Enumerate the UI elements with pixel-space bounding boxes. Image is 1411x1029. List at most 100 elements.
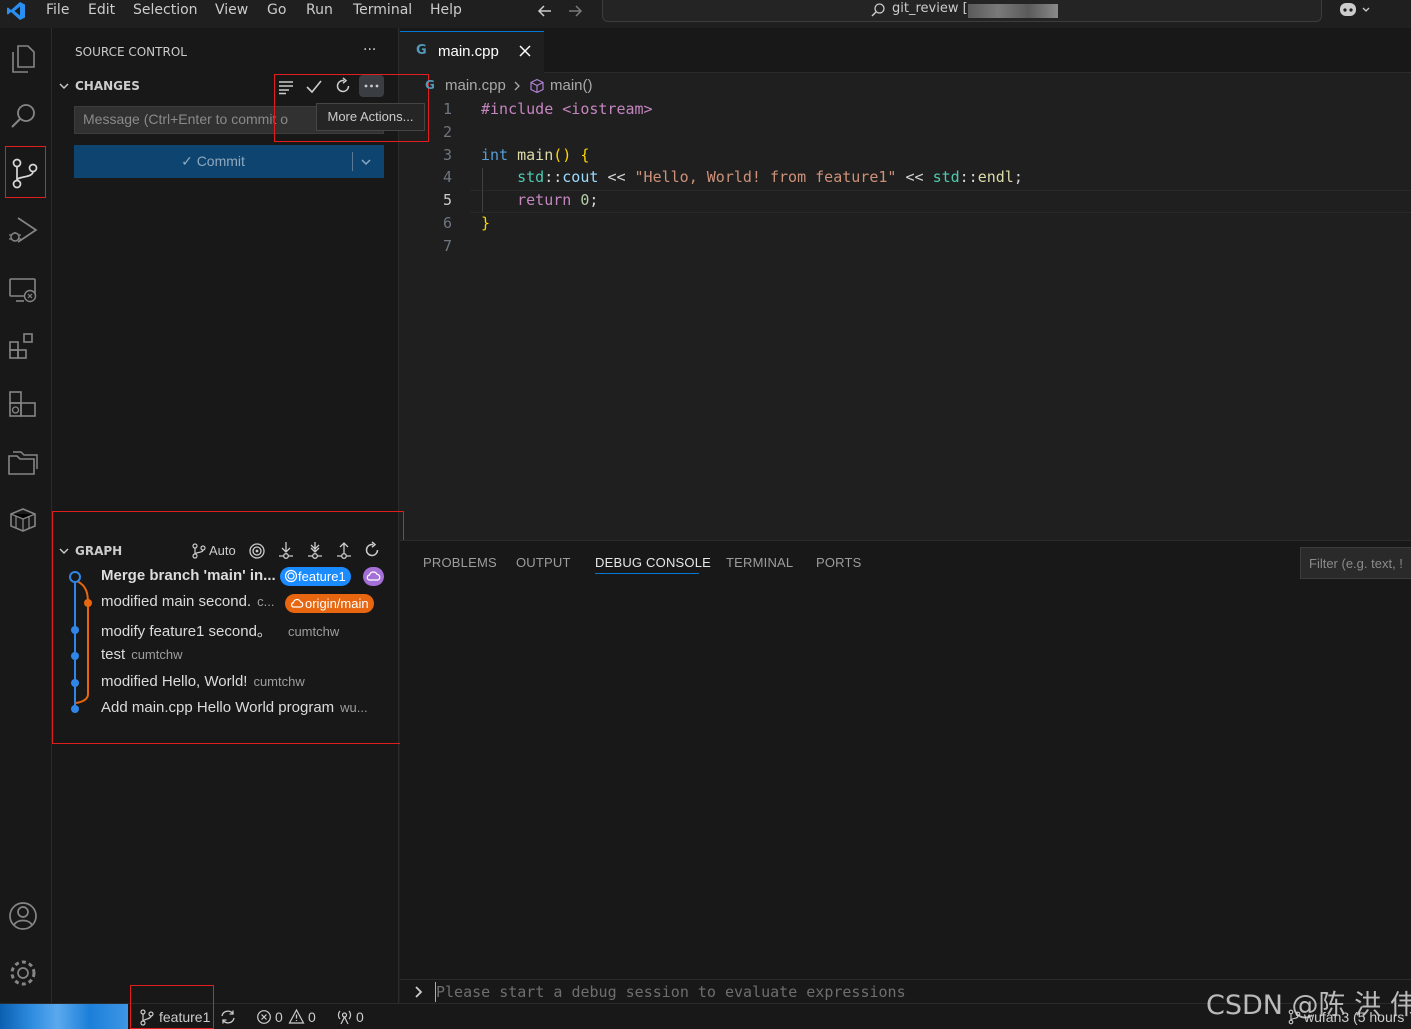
search-icon [870,2,886,18]
line-number: 1 [442,100,452,118]
commit-message: Add main.cpp Hello World program wu... [101,699,368,716]
close-icon[interactable] [518,44,532,58]
menu-view[interactable]: View [215,0,248,22]
breadcrumb-file[interactable]: main.cpp [445,77,506,94]
code-line-1[interactable]: #include <iostream> [481,100,653,118]
ports-count[interactable]: 0 [356,1009,364,1025]
tab-output[interactable]: OUTPUT [516,555,571,570]
menu-go[interactable]: Go [267,0,286,22]
commit-button-label: ✓ Commit [181,153,245,169]
graph-commit-row[interactable]: Add main.cpp Hello World program wu... [52,696,392,722]
tab-terminal[interactable]: TERMINAL [726,555,793,570]
commit-message: modify feature1 second。 cumtchw [101,623,340,640]
line-number: 3 [442,146,452,164]
warning-count[interactable]: 0 [308,1009,316,1025]
cpp-file-icon: G [425,78,435,92]
commit-button-divider [352,152,353,171]
target-icon [284,569,298,583]
graph-auto-label[interactable]: Auto [209,543,236,558]
commit-button[interactable]: ✓ Commit [74,145,384,178]
activity-bar [0,28,52,1003]
menu-run[interactable]: Run [306,0,333,22]
tab-label: main.cpp [438,43,499,60]
menu-selection[interactable]: Selection [133,0,198,22]
cloud-icon [363,567,384,586]
graph-commit-row[interactable]: modify feature1 second。 cumtchw [52,617,392,643]
chevron-right-icon [412,985,426,999]
tab-problems[interactable]: PROBLEMS [423,555,497,570]
code-line-3[interactable]: int main() { [481,146,589,164]
source-control-icon[interactable] [5,146,46,198]
code-line-4[interactable]: std::cout << "Hello, World! from feature… [481,168,1023,186]
menu-terminal[interactable]: Terminal [353,0,412,22]
back-arrow-icon[interactable] [536,2,554,20]
menu-help[interactable]: Help [430,0,462,22]
tab-debug-console[interactable]: DEBUG CONSOLE [595,555,711,570]
debug-console-input[interactable]: Please start a debug session to evaluate… [436,983,906,1001]
breadcrumb-symbol[interactable]: main() [550,77,593,94]
account-icon[interactable] [7,900,39,932]
redacted-text [968,4,1058,18]
project-manager-icon[interactable] [7,446,39,478]
branch-badge: feature1 [280,567,351,586]
menu-edit[interactable]: Edit [88,0,115,22]
filter-input[interactable]: Filter (e.g. text, ! [1300,547,1411,579]
branch-icon [139,1009,155,1027]
line-number: 4 [442,168,452,186]
refresh-icon[interactable] [363,541,381,559]
title-bar: File Edit Selection View Go Run Terminal… [0,0,1411,24]
graph-commit-row[interactable]: modified Hello, World! cumtchw [52,670,392,696]
sidebar-title: SOURCE CONTROL [75,45,187,59]
gear-icon[interactable] [7,957,39,989]
graph-commit-row[interactable]: Merge branch 'main' in... feature1 [52,564,392,590]
warning-icon[interactable] [288,1008,305,1025]
commit-message: modified main second. c... [101,593,275,610]
run-debug-icon[interactable] [7,214,39,246]
container-icon[interactable] [7,504,39,536]
code-line-5[interactable]: return 0; [481,191,598,209]
code-line-6[interactable]: } [481,214,490,232]
push-icon[interactable] [335,541,353,560]
changes-header[interactable]: CHANGES [75,79,140,93]
sync-icon[interactable] [219,1008,237,1026]
testing-icon[interactable] [7,388,39,420]
chevron-down-icon[interactable] [58,545,70,557]
bottom-panel: PROBLEMS OUTPUT DEBUG CONSOLE TERMINAL P… [400,540,1411,1003]
status-bar: feature1 0 0 0 wufan3 (5 hours [0,985,1411,1029]
tab-main-cpp[interactable]: G main.cpp [400,31,544,73]
editor-tabs-bar [400,28,1411,73]
branch-name[interactable]: feature1 [159,1009,210,1025]
forward-arrow-icon[interactable] [566,2,584,20]
search-icon[interactable] [9,101,39,131]
commit-message: test cumtchw [101,646,183,663]
chevron-down-icon[interactable] [58,80,70,92]
commit-message: modified Hello, World! cumtchw [101,673,305,690]
error-count[interactable]: 0 [275,1009,283,1025]
copilot-icon[interactable] [1338,0,1374,20]
graph-commit-row[interactable]: modified main second. c... origin/main [52,590,392,616]
line-number: 2 [442,123,452,141]
chevron-down-icon[interactable] [359,155,373,169]
extensions-icon[interactable] [7,330,39,362]
explorer-icon[interactable] [9,44,37,74]
remote-explorer-icon[interactable] [7,274,39,306]
branch-badge: origin/main [285,594,374,613]
error-icon[interactable] [256,1009,272,1025]
fetch-icon[interactable] [277,541,295,560]
graph-commit-row[interactable]: test cumtchw [52,643,392,669]
target-icon[interactable] [248,542,266,560]
menu-file[interactable]: File [46,0,69,22]
branch-icon[interactable] [191,542,207,560]
sidebar-more-button[interactable]: ··· [363,42,376,58]
pull-icon[interactable] [306,541,324,560]
command-center-text: git_review [ [892,1,968,16]
graph-header[interactable]: GRAPH [75,544,122,558]
watermark: CSDN @陈 洪 伟 [1206,990,1411,1021]
remote-indicator[interactable] [0,1004,128,1029]
debug-input-divider [400,979,1411,980]
commit-message: Merge branch 'main' in... [101,567,276,584]
vscode-logo-icon [6,1,26,21]
tab-ports[interactable]: PORTS [816,555,862,570]
ports-icon[interactable] [336,1008,353,1025]
cpp-file-icon: G [416,43,427,58]
